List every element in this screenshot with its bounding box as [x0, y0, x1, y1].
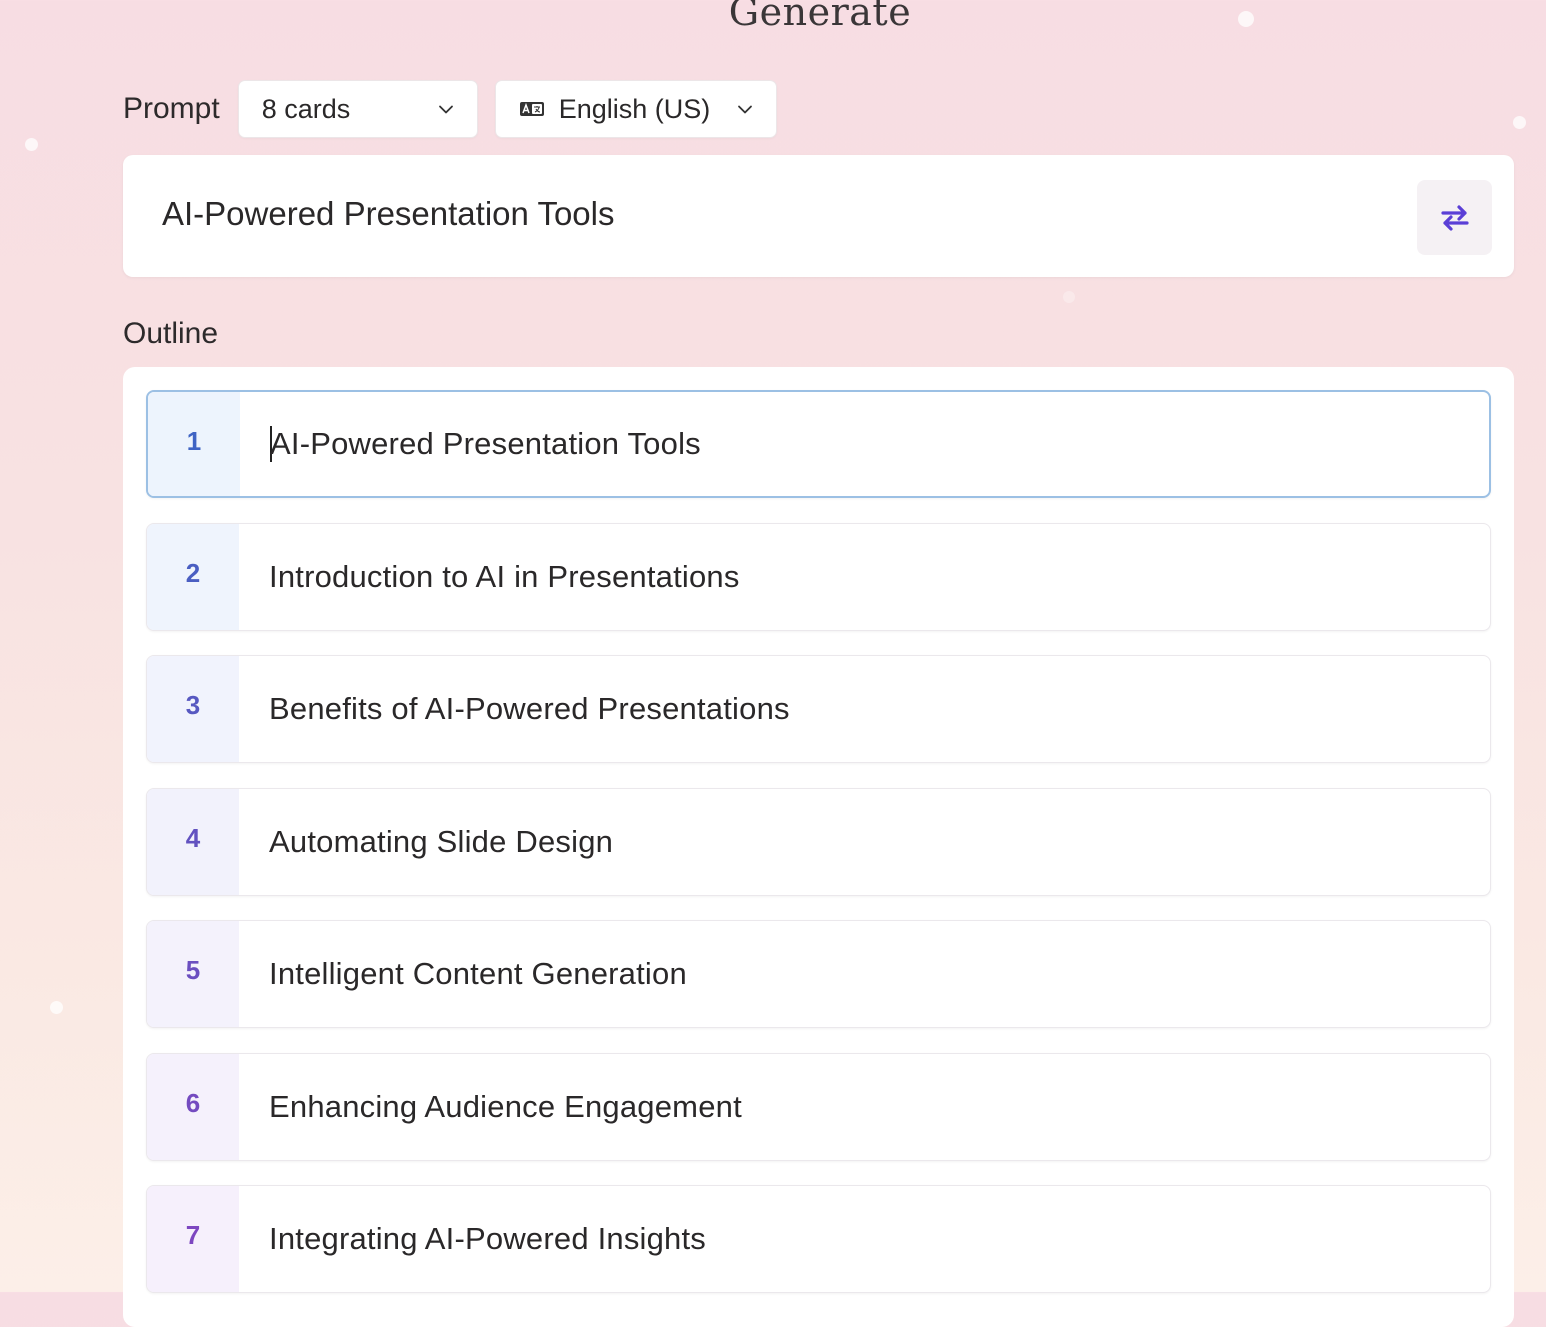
language-select[interactable]: English (US) [494, 80, 777, 138]
outline-item-text: Integrating AI-Powered Insights [269, 1221, 707, 1256]
outline-item[interactable]: 2 Introduction to AI in Presentations [146, 522, 1491, 631]
sparkle-decoration [1063, 291, 1075, 303]
outline-item[interactable]: 6 Enhancing Audience Engagement [146, 1052, 1491, 1161]
outline-label: Outline [123, 317, 219, 350]
outline-panel: 1 AI-Powered Presentation Tools 2 Introduct… [123, 367, 1514, 1327]
outline-item-text: Introduction to AI in Presentations [269, 558, 740, 594]
page-title: Generate [728, 0, 912, 34]
outline-item-title[interactable]: Benefits of AI-Powered Presentations [239, 656, 1490, 762]
outline-item-title[interactable]: AI-Powered Presentation Tools [240, 392, 1489, 496]
prompt-input[interactable]: AI-Powered Presentation Tools [162, 195, 614, 233]
outline-item-text: Benefits of AI-Powered Presentations [269, 691, 790, 726]
outline-item-text: Automating Slide Design [269, 823, 614, 859]
sparkle-decoration [50, 1001, 63, 1014]
outline-item-text: AI-Powered Presentation Tools [270, 426, 701, 461]
chevron-down-icon [438, 105, 453, 114]
outline-item-title[interactable]: Integrating AI-Powered Insights [239, 1186, 1490, 1292]
outline-item-number: 2 [147, 523, 239, 630]
outline-item-number: 4 [147, 788, 239, 895]
outline-item-number: 3 [147, 656, 239, 762]
outline-item-number: 5 [147, 921, 239, 1027]
language-value: English (US) [558, 93, 711, 124]
prompt-toolbar: Prompt 8 cards English (US) [123, 80, 777, 138]
outline-item[interactable]: 1 AI-Powered Presentation Tools [146, 390, 1491, 498]
sparkle-decoration [25, 138, 38, 151]
outline-item-title[interactable]: Enhancing Audience Engagement [239, 1054, 1490, 1160]
prompt-label: Prompt [123, 92, 220, 125]
translate-icon [519, 102, 544, 116]
outline-item-title[interactable]: Automating Slide Design [239, 789, 1490, 895]
outline-item-number: 6 [147, 1053, 239, 1160]
card-count-value: 8 cards [261, 93, 351, 124]
sparkle-decoration [1513, 116, 1526, 129]
outline-item[interactable]: 4 Automating Slide Design [146, 787, 1491, 896]
card-count-select[interactable]: 8 cards [237, 80, 478, 138]
prompt-card: AI-Powered Presentation Tools [123, 155, 1514, 277]
outline-item-text: Enhancing Audience Engagement [269, 1088, 742, 1124]
outline-item[interactable]: 7 Integrating AI-Powered Insights [146, 1185, 1491, 1293]
outline-item[interactable]: 5 Intelligent Content Generation [146, 920, 1491, 1028]
chevron-down-icon [737, 105, 752, 114]
outline-item-number: 1 [148, 392, 240, 496]
shuffle-icon [1440, 204, 1469, 231]
shuffle-button[interactable] [1417, 180, 1492, 255]
outline-item-number: 7 [147, 1186, 239, 1292]
outline-item-text: Intelligent Content Generation [269, 956, 687, 991]
outline-item[interactable]: 3 Benefits of AI-Powered Presentations [146, 655, 1491, 763]
outline-item-title[interactable]: Introduction to AI in Presentations [239, 524, 1490, 630]
outline-item-title[interactable]: Intelligent Content Generation [239, 921, 1490, 1027]
